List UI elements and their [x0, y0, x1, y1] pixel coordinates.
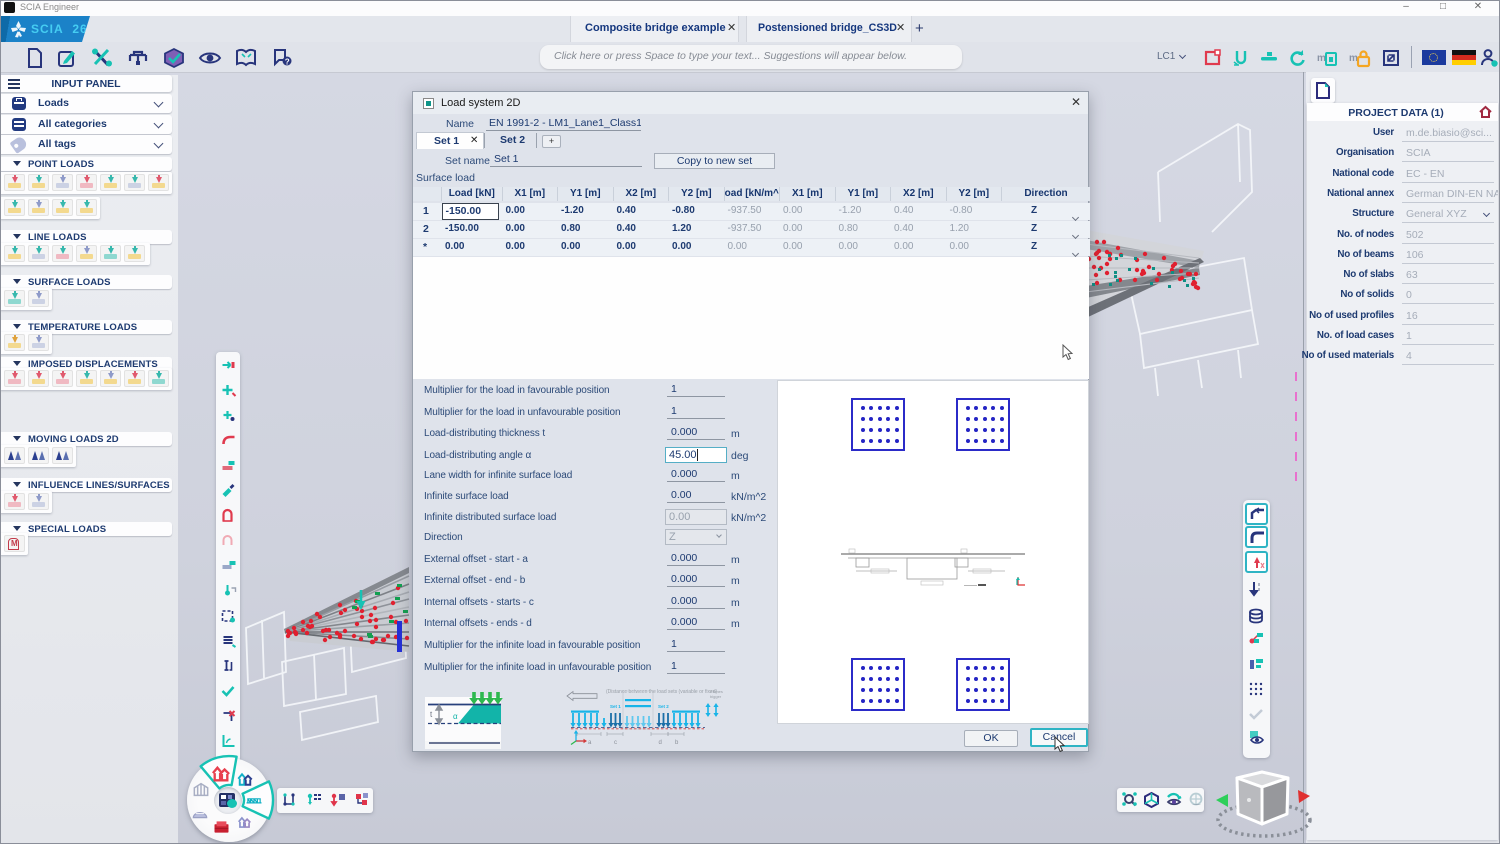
svg-text:Set 1: Set 1: [610, 704, 621, 709]
svg-text:a: a: [588, 740, 592, 746]
svg-text:m: m: [1317, 53, 1326, 64]
svg-text:Set 2: Set 2: [658, 704, 669, 709]
svg-text:bigger: bigger: [710, 694, 722, 699]
svg-text:b: b: [675, 740, 679, 746]
svg-text:α: α: [453, 712, 458, 721]
svg-text:c: c: [614, 740, 617, 746]
svg-text:d: d: [659, 740, 662, 746]
svg-text:m: m: [1349, 53, 1358, 64]
